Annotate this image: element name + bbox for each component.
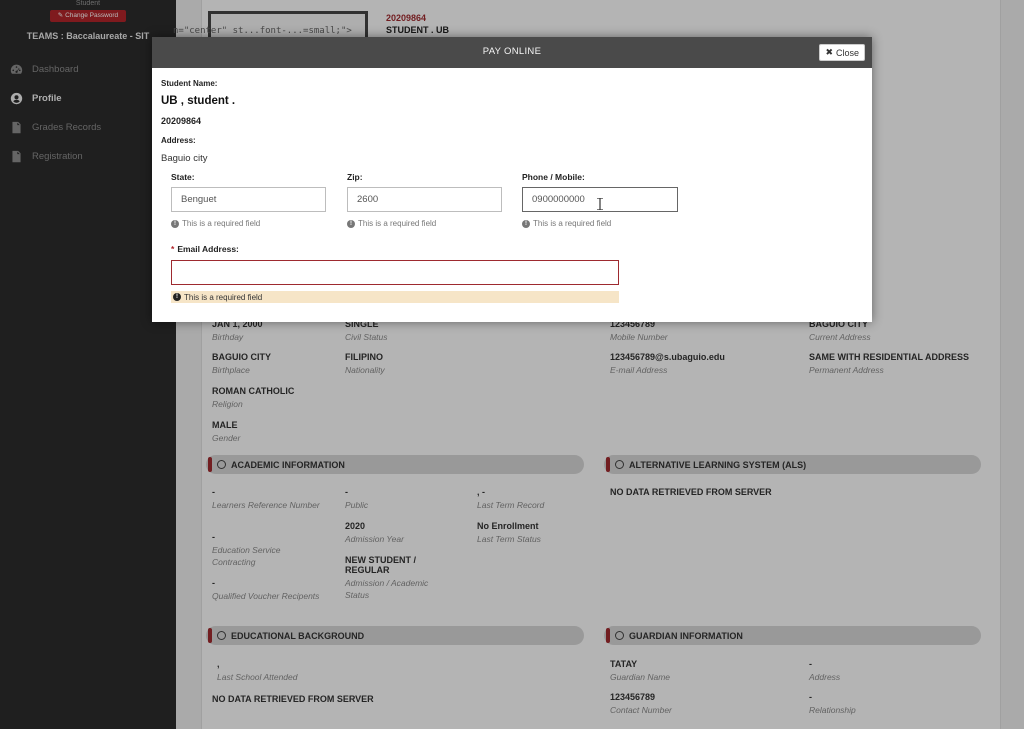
- student-name: UB , student .: [161, 95, 236, 107]
- phone-required-hint: ! This is a required field: [522, 219, 611, 228]
- email-required-error: ! This is a required field: [171, 291, 619, 303]
- state-input[interactable]: [171, 187, 326, 212]
- pay-online-modal: PAY ONLINE ✖ Close Student Name: UB , st…: [152, 37, 872, 322]
- close-icon: ✖: [825, 47, 833, 57]
- close-label: Close: [835, 47, 859, 58]
- email-label: * Email Address:: [171, 244, 239, 254]
- info-icon: !: [522, 219, 530, 228]
- address-value: Baguio city: [161, 153, 208, 164]
- address-label: Address:: [161, 136, 196, 145]
- required-asterisk: *: [171, 244, 175, 254]
- modal-title: PAY ONLINE: [482, 46, 542, 57]
- phone-label: Phone / Mobile:: [522, 172, 585, 182]
- text-cursor-icon: [597, 198, 603, 210]
- student-name-label: Student Name:: [161, 79, 218, 88]
- state-label: State:: [171, 172, 195, 182]
- state-required-hint: ! This is a required field: [171, 219, 260, 228]
- student-id: 20209864: [161, 116, 202, 126]
- info-icon: !: [173, 293, 181, 301]
- close-button[interactable]: ✖ Close: [819, 44, 865, 61]
- info-icon: !: [171, 219, 179, 228]
- info-icon: !: [347, 219, 355, 228]
- modal-header: PAY ONLINE ✖ Close: [152, 37, 872, 68]
- zip-required-hint: ! This is a required field: [347, 219, 436, 228]
- zip-input[interactable]: [347, 187, 502, 212]
- email-input[interactable]: [171, 260, 619, 285]
- zip-label: Zip:: [347, 172, 363, 182]
